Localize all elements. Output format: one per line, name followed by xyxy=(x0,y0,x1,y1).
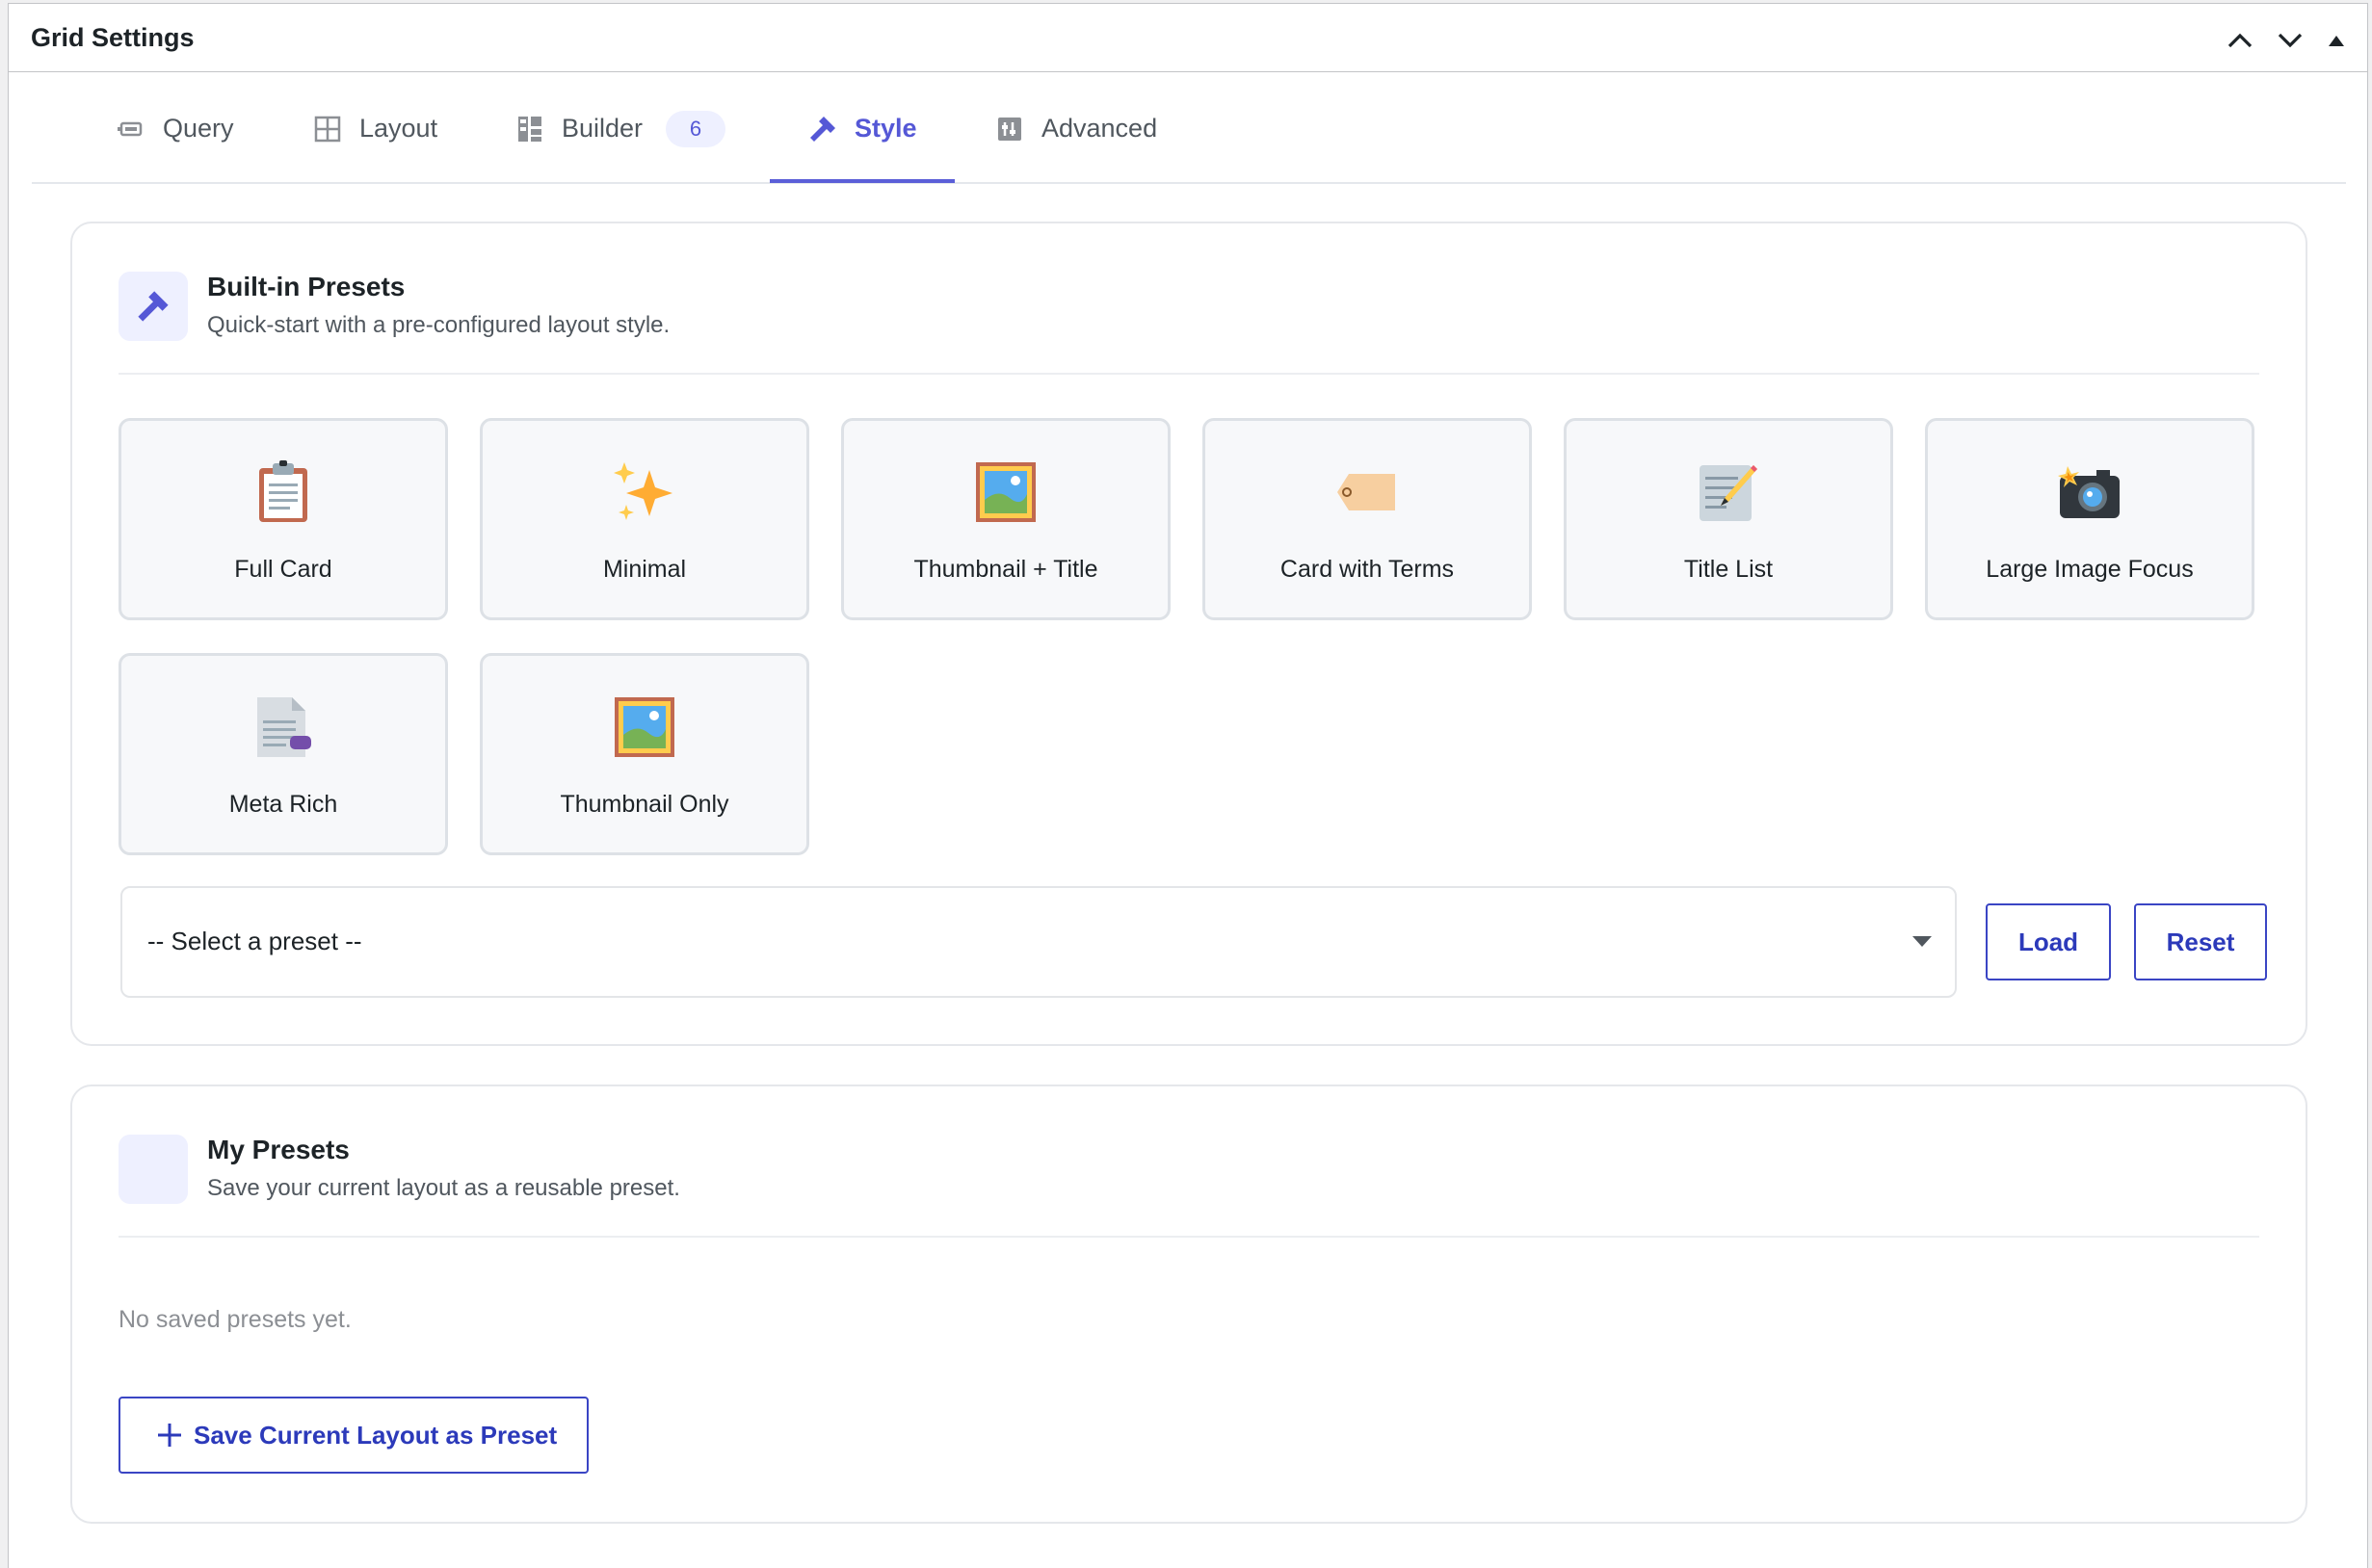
preset-label: Card with Terms xyxy=(1279,556,1455,583)
preset-thumbnail-only[interactable]: Thumbnail Only xyxy=(480,653,809,855)
grid-settings-panel: Grid Settings Query Layout Builder 6 Sty… xyxy=(8,3,2368,1568)
builder-icon xyxy=(515,115,544,144)
plus-icon xyxy=(155,1421,184,1450)
preset-label: Large Image Focus xyxy=(1986,556,2194,583)
builtin-presets-card: Built-in Presets Quick-start with a pre-… xyxy=(70,222,2307,1046)
chevron-down-icon xyxy=(1912,936,1932,947)
tab-query[interactable]: Query xyxy=(117,73,234,184)
preset-large-image-focus[interactable]: Large Image Focus xyxy=(1925,418,2254,620)
divider xyxy=(119,1236,2259,1238)
preset-label: Full Card xyxy=(234,556,332,583)
my-presets-subtitle: Save your current layout as a reusable p… xyxy=(207,1175,680,1201)
panel-header: Grid Settings xyxy=(9,4,2367,72)
toggle-panel-button[interactable] xyxy=(2317,21,2356,60)
triangle-up-icon xyxy=(2329,36,2344,46)
camera-flash-icon xyxy=(1928,457,2252,527)
reset-button[interactable]: Reset xyxy=(2134,903,2267,980)
load-button[interactable]: Load xyxy=(1986,903,2111,980)
chevron-up-icon xyxy=(2227,33,2253,48)
preset-thumbnail-title[interactable]: Thumbnail + Title xyxy=(841,418,1171,620)
builtin-presets-icon-box xyxy=(119,272,188,341)
preset-label: Thumbnail Only xyxy=(560,791,729,818)
preset-full-card[interactable]: Full Card xyxy=(119,418,448,620)
preset-select-value: -- Select a preset -- xyxy=(147,927,362,955)
tab-label: Style xyxy=(855,114,917,143)
sparkles-icon xyxy=(483,457,806,527)
preset-select[interactable]: -- Select a preset -- xyxy=(120,886,1957,998)
tab-builder[interactable]: Builder 6 xyxy=(515,73,726,184)
preset-card-with-terms[interactable]: Card with Terms xyxy=(1202,418,1532,620)
preset-label: Meta Rich xyxy=(228,791,338,818)
builder-count-badge: 6 xyxy=(666,110,726,147)
tab-advanced[interactable]: Advanced xyxy=(995,73,1157,184)
move-up-button[interactable] xyxy=(2221,21,2259,60)
preset-label: Thumbnail + Title xyxy=(913,556,1098,583)
preset-meta-rich[interactable]: Meta Rich xyxy=(119,653,448,855)
preset-title-list[interactable]: Title List xyxy=(1564,418,1893,620)
save-preset-label: Save Current Layout as Preset xyxy=(194,1420,558,1450)
divider xyxy=(119,373,2259,375)
save-preset-button[interactable]: Save Current Layout as Preset xyxy=(119,1397,589,1474)
layout-grid-icon xyxy=(313,115,342,144)
tab-bar: Query Layout Builder 6 Style Advanced xyxy=(32,73,2346,184)
my-presets-icon-box xyxy=(119,1135,188,1204)
tab-layout[interactable]: Layout xyxy=(313,73,437,184)
tab-label: Query xyxy=(163,114,234,143)
builtin-presets-subtitle: Quick-start with a pre-configured layout… xyxy=(207,312,671,338)
clipboard-icon xyxy=(121,457,445,527)
preset-label: Minimal xyxy=(602,556,687,583)
advanced-icon xyxy=(995,115,1024,144)
preset-minimal[interactable]: Minimal xyxy=(480,418,809,620)
brush-icon xyxy=(808,115,837,144)
memo-icon xyxy=(1567,457,1890,527)
tab-label: Builder xyxy=(562,114,644,143)
builtin-presets-title: Built-in Presets xyxy=(207,272,406,301)
brush-icon xyxy=(138,291,169,322)
move-down-button[interactable] xyxy=(2271,21,2309,60)
framed-picture-icon xyxy=(844,457,1168,527)
active-tab-indicator xyxy=(770,179,955,183)
framed-picture-icon xyxy=(483,693,806,762)
my-presets-card: My Presets Save your current layout as a… xyxy=(70,1085,2307,1524)
tab-label: Advanced xyxy=(1041,114,1158,143)
tab-label: Layout xyxy=(359,114,438,143)
panel-title: Grid Settings xyxy=(31,23,195,52)
query-icon xyxy=(117,115,145,144)
tab-style[interactable]: Style xyxy=(808,73,917,184)
my-presets-title: My Presets xyxy=(207,1135,350,1164)
preset-label: Title List xyxy=(1683,556,1774,583)
document-icon xyxy=(121,693,445,762)
empty-presets-message: No saved presets yet. xyxy=(119,1306,352,1333)
tag-icon xyxy=(1205,457,1529,527)
chevron-down-icon xyxy=(2278,33,2303,48)
